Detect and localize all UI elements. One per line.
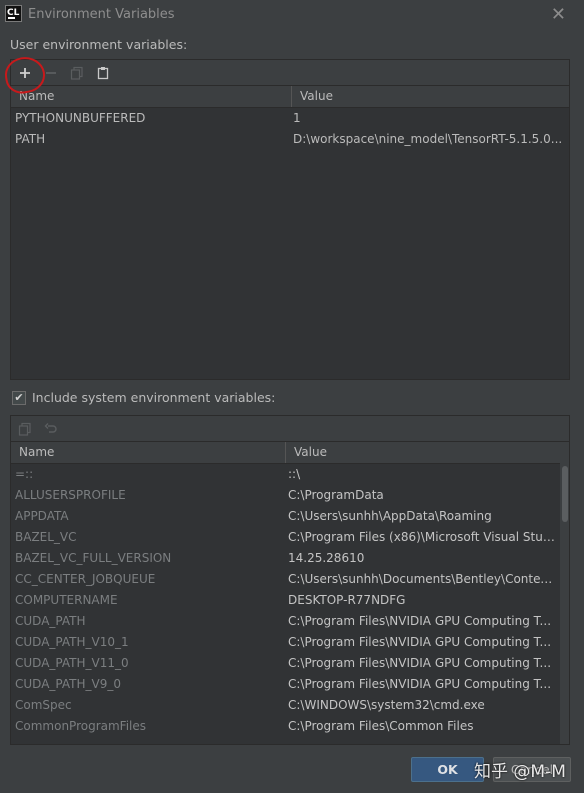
var-name: ComSpec	[15, 698, 72, 712]
table-row[interactable]: BAZEL_VC_FULL_VERSION 14.25.28610	[11, 548, 560, 569]
system-env-table: =::::\ALLUSERSPROFILE C:\ProgramDataAPPDA…	[11, 464, 569, 744]
column-header-name[interactable]: Name	[11, 442, 285, 463]
var-name: ALLUSERSPROFILE	[15, 488, 126, 502]
user-env-table: PYTHONUNBUFFERED 1 PATH D:\workspace\nin…	[11, 108, 569, 379]
user-env-table-header: Name Value	[11, 86, 569, 108]
table-row[interactable]: APPDATA C:\Users\sunhh\AppData\Roaming	[11, 506, 560, 527]
var-name: CC_CENTER_JOBQUEUE	[15, 572, 156, 586]
var-value: C:\Program Files\NVIDIA GPU Computing T.…	[288, 656, 552, 670]
var-name: CUDA_PATH_V9_0	[15, 677, 121, 691]
var-value: C:\Program Files (x86)\Microsoft Visual …	[288, 530, 557, 544]
table-row[interactable]: CUDA_PATH_V9_0 C:\Program Files\NVIDIA GP…	[11, 674, 560, 695]
var-value: 1	[293, 111, 301, 125]
column-header-name[interactable]: Name	[11, 86, 291, 107]
var-value: 14.25.28610	[288, 551, 365, 565]
table-row[interactable]: CUDA_PATH_V11_0 C:\Program Files\NVIDIA G…	[11, 653, 560, 674]
user-env-label: User environment variables:	[10, 37, 188, 52]
include-system-label: Include system environment variables:	[32, 390, 276, 405]
var-name: =::	[15, 467, 34, 481]
table-row[interactable]: CC_CENTER_JOBQUEUE C:\Users\sunhh\Documen…	[11, 569, 560, 590]
watermark-text: 知乎 @M-M	[474, 762, 566, 782]
var-value: C:\ProgramData	[288, 488, 384, 502]
copy-icon[interactable]	[15, 419, 35, 439]
table-row[interactable]: BAZEL_VC C:\Program Files (x86)\Microsoft…	[11, 527, 560, 548]
copy-icon[interactable]	[67, 63, 87, 83]
system-env-toolbar	[11, 416, 569, 442]
table-row[interactable]: ALLUSERSPROFILE C:\ProgramData	[11, 485, 560, 506]
var-name: COMPUTERNAME	[15, 593, 118, 607]
system-env-table-header: Name Value	[11, 442, 560, 464]
table-row[interactable]: PATH D:\workspace\nine_model\TensorRT-5.…	[11, 129, 569, 150]
var-value: C:\WINDOWS\system32\cmd.exe	[288, 698, 485, 712]
column-header-value[interactable]: Value	[291, 86, 569, 107]
var-name: BAZEL_VC_FULL_VERSION	[15, 551, 172, 565]
var-value: C:\Users\sunhh\Documents\Bentley\Context…	[288, 572, 557, 586]
system-env-panel: Name Value =::::\ ALLUSERSPROFILE C:\Progr…	[10, 415, 570, 745]
window-title: Environment Variables	[28, 7, 175, 22]
column-header-value[interactable]: Value	[285, 442, 560, 463]
var-name: PATH	[15, 132, 46, 146]
table-row[interactable]: =::::\	[11, 464, 560, 485]
undo-icon[interactable]	[41, 419, 61, 439]
var-name: APPDATA	[15, 509, 69, 523]
var-value: D:\workspace\nine_model\TensorRT-5.1.5.0…	[293, 132, 563, 146]
table-row[interactable]: CUDA_PATH C:\Program Files\NVIDIA GPU Com…	[11, 611, 560, 632]
var-value: C:\Program Files\NVIDIA GPU Computing T.…	[288, 635, 552, 649]
table-row[interactable]: PYTHONUNBUFFERED 1	[11, 108, 569, 129]
var-name: CommonProgramFiles	[15, 719, 147, 733]
table-row[interactable]: CUDA_PATH_V10_1 C:\Program Files\NVIDIA G…	[11, 632, 560, 653]
close-icon[interactable]: ✕	[551, 4, 566, 25]
var-value: ::\	[288, 467, 301, 481]
var-name: CUDA_PATH_V10_1	[15, 635, 129, 649]
var-value: C:\Users\sunhh\AppData\Roaming	[288, 509, 492, 523]
table-row[interactable]: ComSpec C:\WINDOWS\system32\cmd.exe	[11, 695, 560, 716]
scrollbar-thumb[interactable]	[562, 466, 568, 522]
user-env-panel: Name Value PYTHONUNBUFFERED 1 PATH D:\wo…	[10, 59, 570, 380]
table-row[interactable]: CommonProgramFiles C:\Program Files\Commo…	[11, 716, 560, 737]
paste-icon[interactable]	[93, 63, 113, 83]
include-system-checkbox[interactable]: ✔	[12, 390, 26, 405]
var-value: C:\Program Files\Common Files	[288, 719, 474, 733]
var-value: C:\Program Files\NVIDIA GPU Computing T.…	[288, 614, 552, 628]
var-value: DESKTOP-R77NDFG	[288, 593, 406, 607]
clion-app-icon: CL	[5, 5, 22, 22]
var-name: CUDA_PATH	[15, 614, 86, 628]
user-env-toolbar	[11, 60, 569, 86]
var-name: PYTHONUNBUFFERED	[15, 111, 146, 125]
var-value: C:\Program Files\NVIDIA GPU Computing T.…	[288, 677, 552, 691]
table-row[interactable]: COMPUTERNAME DESKTOP-R77NDFG	[11, 590, 560, 611]
system-table-scrollbar[interactable]	[560, 464, 569, 744]
var-name: BAZEL_VC	[15, 530, 77, 544]
title-bar: CL Environment Variables ✕	[0, 0, 584, 30]
var-name: CUDA_PATH_V11_0	[15, 656, 129, 670]
include-system-row: ✔ Include system environment variables:	[12, 390, 275, 405]
